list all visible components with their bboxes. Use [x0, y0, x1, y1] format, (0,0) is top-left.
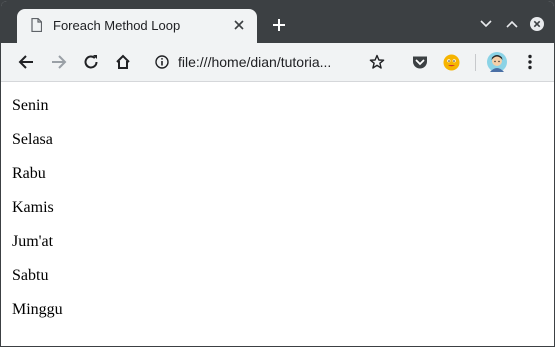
tab-active[interactable]: Foreach Method Loop: [17, 9, 257, 43]
new-tab-button[interactable]: [269, 15, 289, 35]
page-content: Senin Selasa Rabu Kamis Jum'at Sabtu Min…: [1, 82, 554, 346]
emoji-icon: [443, 54, 459, 70]
bookmark-button[interactable]: [367, 52, 387, 72]
chevron-up-icon: [506, 20, 518, 28]
day-item: Jum'at: [12, 233, 54, 250]
arrow-right-icon: [52, 55, 67, 69]
toolbar: file:///home/dian/tutoria...: [1, 43, 554, 82]
document-icon: [31, 18, 42, 32]
title-bar: Foreach Method Loop: [1, 1, 554, 43]
avatar-icon: [487, 52, 507, 72]
reload-icon: [84, 55, 98, 69]
day-item: Selasa: [12, 131, 53, 148]
day-item: Rabu: [12, 165, 46, 182]
minimize-button[interactable]: [477, 15, 495, 33]
menu-button[interactable]: [520, 52, 540, 72]
url-text: file:///home/dian/tutoria...: [178, 54, 332, 70]
back-button[interactable]: [16, 52, 36, 72]
arrow-left-icon: [18, 55, 33, 69]
tab-title: Foreach Method Loop: [53, 18, 181, 33]
day-item: Kamis: [12, 199, 54, 216]
close-icon[interactable]: [231, 17, 247, 33]
kebab-menu-icon: [528, 54, 532, 70]
day-item: Sabtu: [12, 267, 49, 284]
home-icon: [116, 54, 130, 69]
emoji-extension-button[interactable]: [441, 52, 461, 72]
profile-avatar[interactable]: [487, 52, 507, 72]
window-close-button[interactable]: [528, 15, 546, 33]
star-icon: [369, 54, 385, 69]
pocket-icon: [413, 56, 427, 68]
info-icon[interactable]: [152, 52, 172, 72]
pocket-extension-button[interactable]: [410, 52, 430, 72]
chevron-down-icon: [480, 20, 492, 28]
plus-icon: [273, 19, 285, 31]
day-item: Minggu: [12, 301, 63, 318]
day-item: Senin: [12, 97, 49, 114]
maximize-button[interactable]: [503, 15, 521, 33]
address-bar[interactable]: file:///home/dian/tutoria...: [146, 48, 396, 76]
forward-button[interactable]: [49, 52, 69, 72]
close-circle-icon: [530, 17, 544, 31]
toolbar-separator: [475, 54, 476, 71]
browser-window: Foreach Method Loop file:///home/dian/tu…: [1, 1, 554, 346]
home-button[interactable]: [113, 52, 133, 72]
reload-button[interactable]: [81, 52, 101, 72]
